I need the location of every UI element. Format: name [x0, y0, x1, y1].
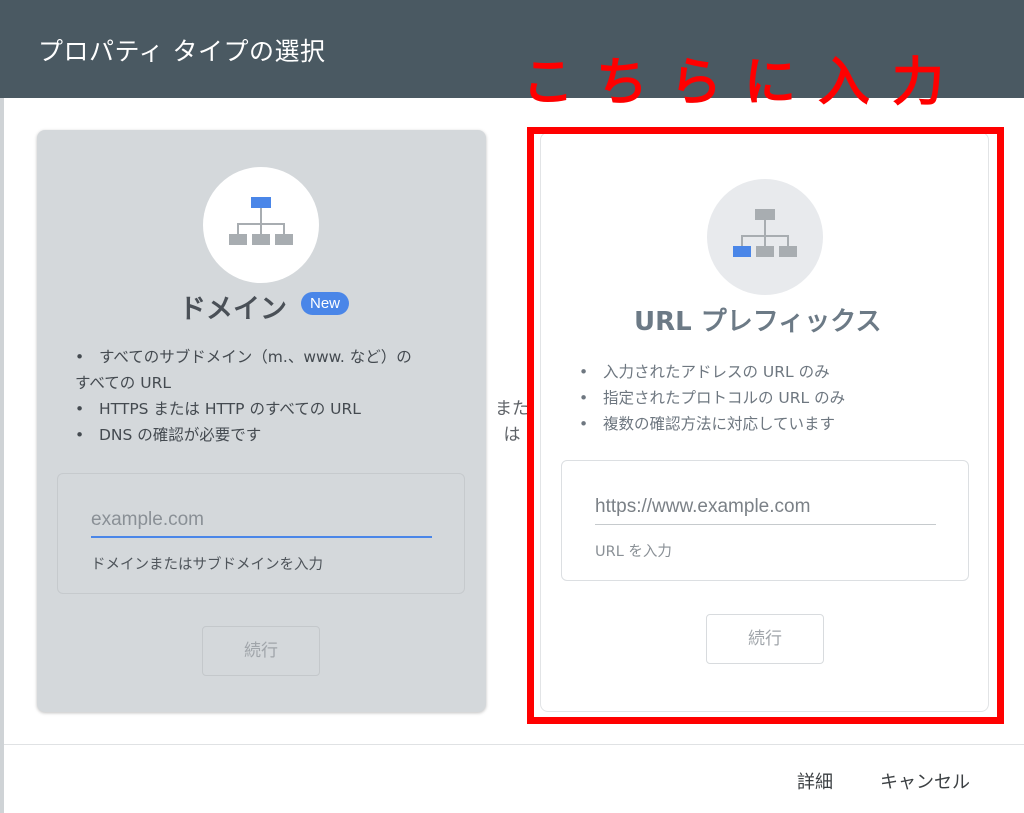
- domain-input-underline: [91, 536, 432, 538]
- list-item: • DNS の確認が必要です: [75, 426, 262, 444]
- domain-input[interactable]: example.com: [91, 509, 204, 531]
- list-item: すべての URL: [75, 374, 171, 392]
- annotation-text: こちらに入力: [522, 53, 967, 113]
- domain-continue-button[interactable]: 続行: [202, 626, 320, 676]
- cancel-button[interactable]: キャンセル: [880, 768, 970, 794]
- details-button[interactable]: 詳細: [797, 768, 833, 794]
- domain-option-card[interactable]: ドメイン New • すべてのサブドメイン（m.、www. など）の すべての U…: [37, 130, 486, 712]
- new-badge: New: [301, 292, 350, 315]
- or-separator: また は: [495, 399, 529, 445]
- domain-icon-circle: [203, 167, 319, 283]
- domain-feature-list: • すべてのサブドメイン（m.、www. など）の すべての URL • HTTPS…: [75, 344, 475, 448]
- dialog-left-edge: [0, 98, 4, 813]
- red-highlight-box: [527, 127, 1004, 724]
- footer-divider: [4, 744, 1024, 745]
- domain-input-helper: ドメインまたはサブドメインを入力: [91, 557, 323, 573]
- sitemap-icon: [229, 197, 293, 245]
- domain-title: ドメイン: [179, 294, 287, 325]
- list-item: • HTTPS または HTTP のすべての URL: [75, 400, 361, 418]
- domain-input-box: example.com ドメインまたはサブドメインを入力: [57, 473, 465, 594]
- dialog-title: プロパティ タイプの選択: [38, 37, 326, 66]
- list-item: • すべてのサブドメイン（m.、www. など）の: [75, 348, 412, 366]
